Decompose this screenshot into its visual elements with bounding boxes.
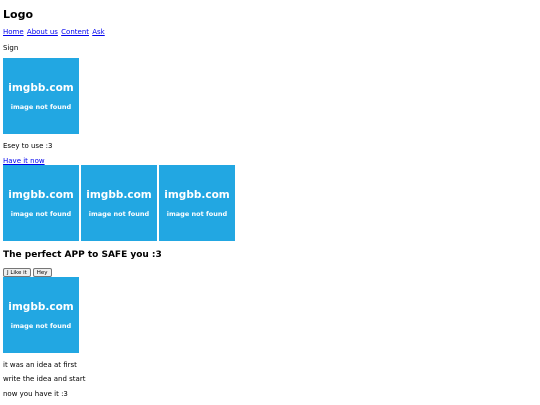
hey-button[interactable]: Hey: [32, 268, 52, 277]
logo: Logo: [3, 8, 33, 21]
placeholder-message: image not found: [88, 209, 150, 218]
image-placeholder-1: imgbb.com image not found: [3, 58, 79, 134]
nav-ask-link[interactable]: Ask: [92, 28, 105, 36]
placeholder-brand: imgbb.com: [86, 188, 152, 201]
nav-home-link[interactable]: Home: [3, 28, 24, 36]
story-line-1: it was an idea at first: [3, 361, 77, 369]
image-placeholder-4: imgbb.com image not found: [159, 165, 235, 241]
story-line-2: write the idea and start: [3, 375, 86, 383]
sign-text: Sign: [3, 44, 19, 52]
placeholder-brand: imgbb.com: [8, 300, 74, 313]
intro-text: Esey to use :3: [3, 142, 53, 150]
main-nav: Home About us Content Ask: [3, 28, 106, 36]
button-group: J Like it Hey: [3, 268, 52, 277]
image-placeholder-3: imgbb.com image not found: [81, 165, 157, 241]
placeholder-message: image not found: [10, 321, 72, 330]
nav-content-link[interactable]: Content: [61, 28, 89, 36]
placeholder-message: image not found: [166, 209, 228, 218]
have-it-now-link[interactable]: Have it now: [3, 157, 45, 165]
tagline-heading: The perfect APP to SAFE you :3: [3, 250, 162, 260]
image-placeholder-2: imgbb.com image not found: [3, 165, 79, 241]
like-button[interactable]: J Like it: [3, 268, 31, 277]
placeholder-brand: imgbb.com: [8, 188, 74, 201]
nav-about-link[interactable]: About us: [27, 28, 58, 36]
placeholder-brand: imgbb.com: [164, 188, 230, 201]
placeholder-message: image not found: [10, 102, 72, 111]
story-line-3: now you have it :3: [3, 390, 68, 398]
placeholder-brand: imgbb.com: [8, 81, 74, 94]
image-placeholder-5: imgbb.com image not found: [3, 277, 79, 353]
placeholder-message: image not found: [10, 209, 72, 218]
